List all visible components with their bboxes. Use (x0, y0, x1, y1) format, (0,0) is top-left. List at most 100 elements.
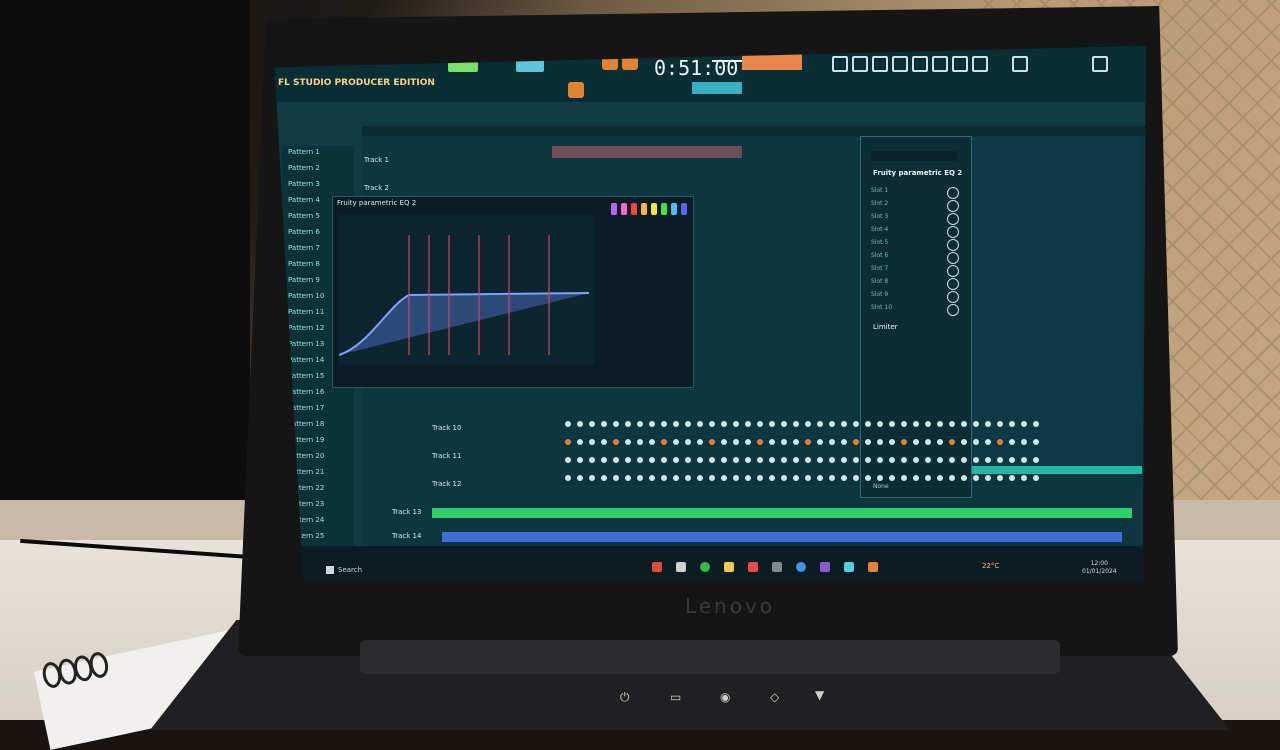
step-button[interactable] (757, 421, 763, 427)
step-button[interactable] (865, 421, 871, 427)
step-button[interactable] (913, 439, 919, 445)
slot-knob[interactable] (947, 226, 959, 238)
step-button[interactable] (769, 421, 775, 427)
step-button[interactable] (601, 475, 607, 481)
step-button[interactable] (973, 457, 979, 463)
step-button[interactable] (841, 421, 847, 427)
pattern-item[interactable]: Pattern 20 (288, 452, 354, 466)
step-button[interactable] (673, 421, 679, 427)
pattern-item[interactable]: Pattern 3 (288, 180, 354, 194)
step-button[interactable] (697, 421, 703, 427)
band-led[interactable] (661, 203, 667, 215)
step-button[interactable] (625, 421, 631, 427)
slot-knob[interactable] (947, 278, 959, 290)
dropdown-icon[interactable]: ▼ (815, 688, 831, 702)
step-button[interactable] (709, 439, 715, 445)
step-button[interactable] (781, 421, 787, 427)
step-button[interactable] (685, 457, 691, 463)
step-button[interactable] (601, 421, 607, 427)
help-icon[interactable] (972, 56, 988, 72)
step-button[interactable] (925, 457, 931, 463)
step-button[interactable] (997, 475, 1003, 481)
step-button[interactable] (589, 421, 595, 427)
step-button[interactable] (865, 439, 871, 445)
step-button[interactable] (973, 439, 979, 445)
step-button[interactable] (745, 439, 751, 445)
step-button[interactable] (877, 457, 883, 463)
news-icon[interactable] (1092, 56, 1108, 72)
step-button[interactable] (673, 457, 679, 463)
step-button[interactable] (997, 421, 1003, 427)
step-button[interactable] (613, 439, 619, 445)
step-button[interactable] (769, 475, 775, 481)
step-button[interactable] (997, 457, 1003, 463)
step-button[interactable] (949, 439, 955, 445)
step-button[interactable] (697, 439, 703, 445)
taskbar-clock[interactable]: 12:00 01/01/2024 (1082, 560, 1117, 576)
step-button[interactable] (661, 457, 667, 463)
chrome-icon[interactable] (652, 562, 662, 572)
step-button[interactable] (961, 457, 967, 463)
mixer-search[interactable] (871, 151, 957, 161)
step-button[interactable] (961, 421, 967, 427)
step-button[interactable] (865, 475, 871, 481)
step-button[interactable] (613, 421, 619, 427)
step-button[interactable] (649, 457, 655, 463)
step-button[interactable] (733, 475, 739, 481)
step-button[interactable] (661, 421, 667, 427)
step-button[interactable] (565, 421, 571, 427)
step-button[interactable] (613, 457, 619, 463)
step-button[interactable] (733, 421, 739, 427)
slot-knob[interactable] (947, 213, 959, 225)
slot-knob[interactable] (947, 291, 959, 303)
step-button[interactable] (973, 475, 979, 481)
step-button[interactable] (793, 439, 799, 445)
step-button[interactable] (793, 421, 799, 427)
step-button[interactable] (649, 439, 655, 445)
step-button[interactable] (1021, 457, 1027, 463)
step-button[interactable] (757, 439, 763, 445)
step-button[interactable] (1009, 475, 1015, 481)
step-button[interactable] (697, 475, 703, 481)
step-button[interactable] (745, 421, 751, 427)
step-button[interactable] (925, 421, 931, 427)
step-button[interactable] (925, 439, 931, 445)
keyboard-icon[interactable]: ▭ (670, 690, 686, 704)
plugin-picker-icon[interactable] (932, 56, 948, 72)
mixer-selected-slot[interactable]: Limiter (873, 323, 898, 331)
pattern-item[interactable]: Pattern 21 (288, 468, 354, 482)
mixer-slot[interactable]: Slot 3 (871, 213, 959, 225)
step-button[interactable] (913, 475, 919, 481)
pattern-item[interactable]: Pattern 17 (288, 404, 354, 418)
mixer-slot[interactable]: Slot 4 (871, 226, 959, 238)
mixer-slot[interactable]: Slot 10 (871, 304, 959, 316)
step-button[interactable] (685, 439, 691, 445)
band-led[interactable] (631, 203, 637, 215)
step-button[interactable] (985, 421, 991, 427)
step-button[interactable] (757, 457, 763, 463)
step-button[interactable] (901, 475, 907, 481)
app-icon[interactable] (772, 562, 782, 572)
step-button[interactable] (625, 439, 631, 445)
step-button[interactable] (1021, 439, 1027, 445)
taskbar-search[interactable]: Search (338, 566, 362, 574)
step-button[interactable] (865, 457, 871, 463)
pattern-song-toggle[interactable] (516, 60, 544, 72)
step-button[interactable] (1033, 475, 1039, 481)
step-button[interactable] (817, 421, 823, 427)
step-button[interactable] (841, 475, 847, 481)
step-button[interactable] (661, 475, 667, 481)
pattern-item[interactable]: Pattern 1 (288, 148, 354, 162)
step-button[interactable] (949, 421, 955, 427)
step-button[interactable] (913, 457, 919, 463)
step-button[interactable] (829, 475, 835, 481)
pattern-item[interactable]: Pattern 19 (288, 436, 354, 450)
step-button[interactable] (853, 475, 859, 481)
mixer-slot[interactable]: Slot 2 (871, 200, 959, 212)
step-button[interactable] (817, 475, 823, 481)
step-button[interactable] (709, 421, 715, 427)
step-button[interactable] (589, 457, 595, 463)
step-button[interactable] (565, 439, 571, 445)
step-button[interactable] (877, 421, 883, 427)
slot-knob[interactable] (947, 265, 959, 277)
